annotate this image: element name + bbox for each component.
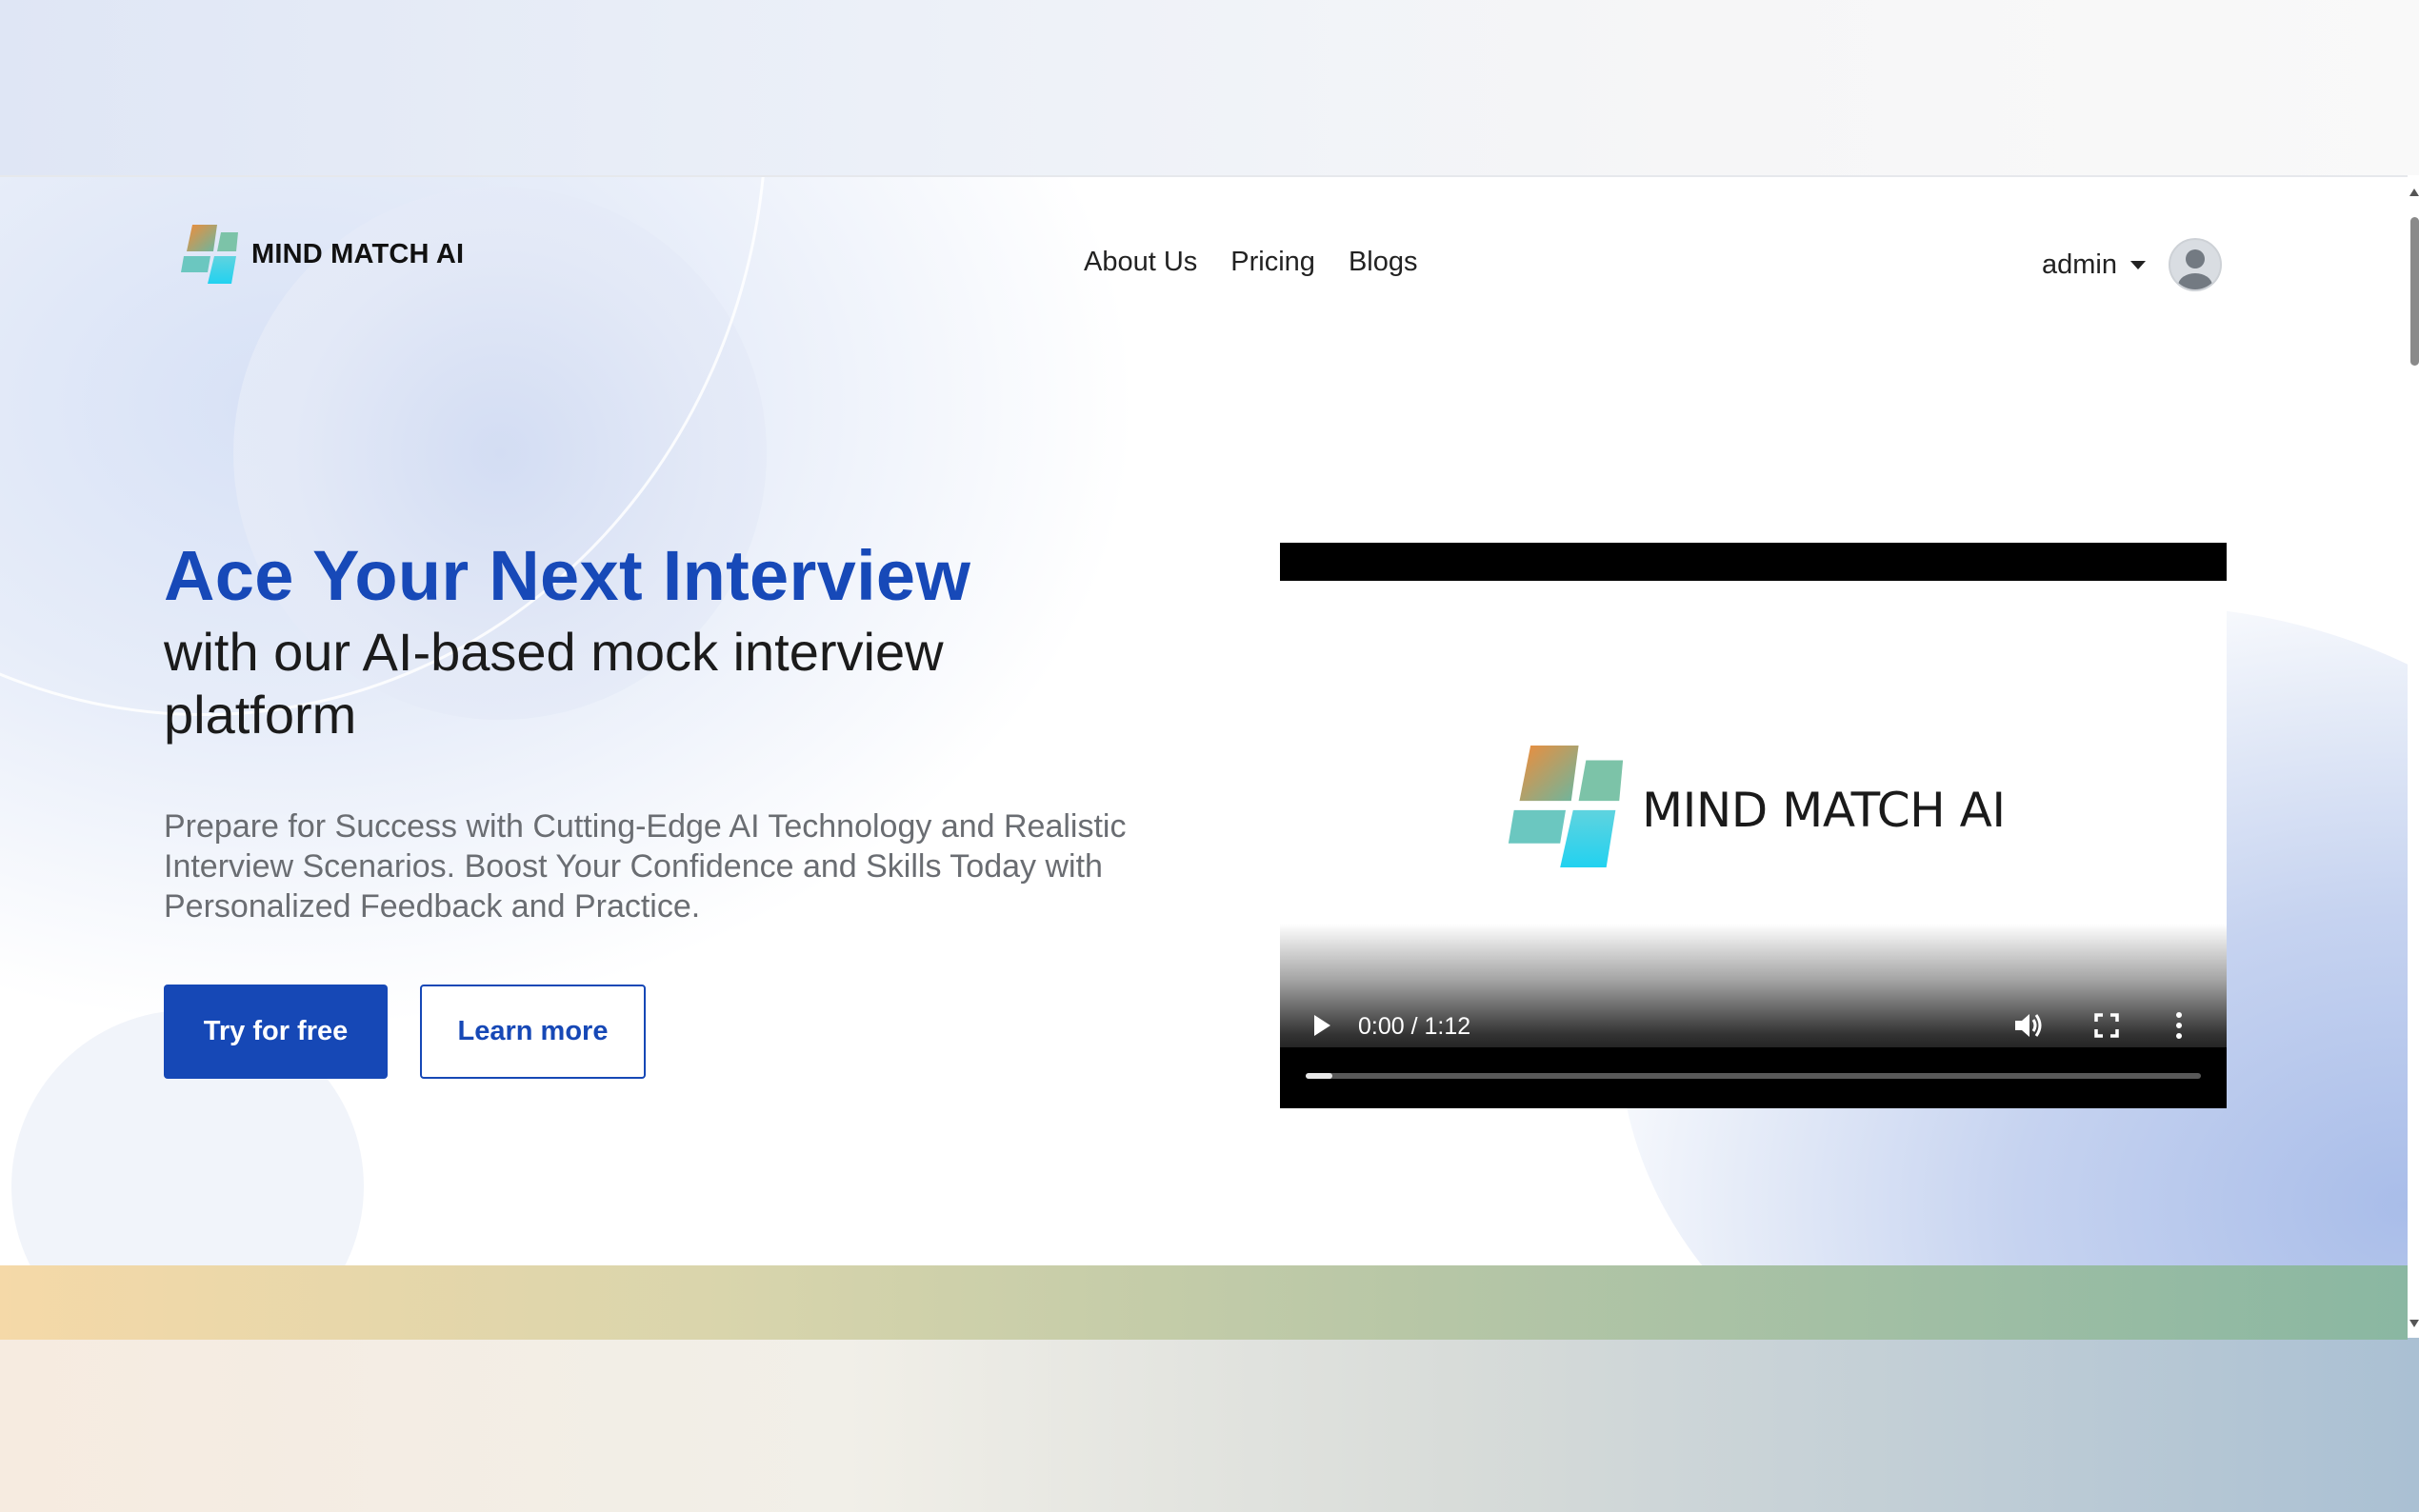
hero-title: Ace Your Next Interview — [164, 536, 971, 615]
nav-item-about-us[interactable]: About Us — [1084, 247, 1197, 278]
nav-item-pricing[interactable]: Pricing — [1230, 247, 1315, 278]
user-menu[interactable]: admin — [2042, 238, 2222, 291]
brand-name: MIND MATCH AI — [251, 238, 465, 269]
avatar[interactable] — [2169, 238, 2222, 291]
video-logo-icon — [1508, 746, 1624, 867]
caret-down-icon[interactable] — [2130, 260, 2146, 269]
hero-description: Prepare for Success with Cutting-Edge AI… — [164, 808, 1127, 925]
scrollbar-thumb[interactable] — [2410, 217, 2419, 366]
more-options-icon[interactable] — [2175, 1011, 2183, 1040]
page-backdrop-top — [0, 0, 2419, 175]
logo-icon — [181, 225, 238, 284]
page-backdrop-bottom — [0, 1338, 2419, 1512]
video-time: 0:00 / 1:12 — [1358, 1013, 1471, 1040]
brand-link[interactable]: MIND MATCH AI — [179, 223, 464, 286]
nav-item-blogs[interactable]: Blogs — [1349, 247, 1418, 278]
user-name[interactable]: admin — [2042, 249, 2117, 281]
user-icon — [2178, 249, 2212, 289]
video-progress-bar[interactable] — [1306, 1073, 2201, 1079]
video-brand-text: MIND MATCH AI — [1642, 783, 2006, 838]
gradient-band — [0, 1265, 2408, 1340]
learn-more-button[interactable]: Learn more — [420, 985, 646, 1079]
try-for-free-button[interactable]: Try for free — [164, 985, 388, 1079]
main-nav: About Us Pricing Blogs — [1084, 247, 1418, 278]
video-player[interactable]: MIND MATCH AI 0:00 / 1:12 — [1280, 543, 2227, 1108]
fullscreen-icon[interactable] — [2094, 1013, 2119, 1038]
play-icon[interactable] — [1314, 1015, 1330, 1036]
volume-icon[interactable] — [2013, 1011, 2046, 1040]
scroll-up-icon[interactable] — [2409, 189, 2419, 196]
scroll-down-icon[interactable] — [2409, 1320, 2419, 1327]
browser-viewport: MIND MATCH AI About Us Pricing Blogs adm… — [0, 175, 2408, 1340]
video-progress-fill — [1306, 1073, 1333, 1079]
hero-subtitle: with our AI-based mock interview platfor… — [164, 622, 944, 745]
